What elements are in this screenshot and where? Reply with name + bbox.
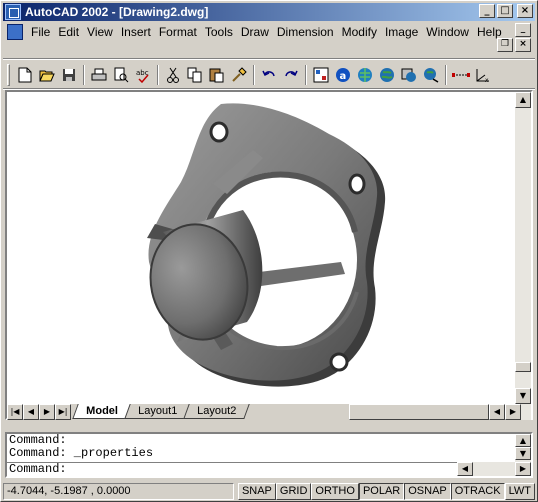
menu-view[interactable]: View (83, 25, 117, 39)
ortho-toggle[interactable]: ORTHO (311, 482, 359, 500)
menu-file[interactable]: File (27, 25, 54, 39)
cmd-scroll-down-icon[interactable]: ▼ (515, 447, 531, 460)
cmd-scroll-left-icon[interactable]: ◀ (457, 462, 473, 476)
status-bar: -4.7044, -5.1987 , 0.0000 SNAP GRID ORTH… (3, 482, 535, 500)
autodesk-icon[interactable]: a (332, 64, 354, 86)
menu-window[interactable]: Window (422, 25, 473, 39)
ucs-icon[interactable]: x (472, 64, 494, 86)
new-icon[interactable] (14, 64, 36, 86)
web-icon[interactable] (354, 64, 376, 86)
lwt-toggle[interactable]: LWT (504, 482, 535, 500)
next-tab-icon[interactable]: ▶ (39, 404, 55, 420)
menu-bar: File Edit View Insert Format Tools Draw … (3, 22, 535, 52)
distance-icon[interactable] (450, 64, 472, 86)
flange-part-model (147, 103, 386, 387)
first-tab-icon[interactable]: |◀ (7, 404, 23, 420)
cmd-scroll-up-icon[interactable]: ▲ (515, 434, 531, 447)
svg-text:a: a (340, 71, 347, 82)
drawing-horizontal-scrollbar[interactable]: ◀ ▶ (349, 404, 531, 420)
tab-layout1-label: Layout1 (137, 405, 178, 417)
doc-close-button[interactable]: × (515, 38, 531, 52)
otrack-toggle[interactable]: OTRACK (450, 482, 505, 500)
redo-icon[interactable] (280, 64, 302, 86)
print-preview-icon[interactable] (110, 64, 132, 86)
autocad-app-icon[interactable] (5, 4, 21, 20)
save-icon[interactable] (58, 64, 80, 86)
scroll-left-icon[interactable]: ◀ (489, 404, 505, 420)
coordinate-display[interactable]: -4.7044, -5.1987 , 0.0000 (3, 482, 234, 500)
globe-icon[interactable] (376, 64, 398, 86)
toolbar-separator (157, 65, 159, 85)
menu-insert[interactable]: Insert (117, 25, 155, 39)
menu-modify[interactable]: Modify (338, 25, 381, 39)
autocad-window: AutoCAD 2002 - [Drawing2.dwg] _ □ × File… (0, 0, 538, 502)
tab-model[interactable]: Model (72, 404, 132, 419)
close-button[interactable]: × (517, 4, 533, 18)
menu-dimension[interactable]: Dimension (273, 25, 338, 39)
menu-draw[interactable]: Draw (237, 25, 273, 39)
globe-2-icon[interactable] (398, 64, 420, 86)
doc-restore-button[interactable]: ❐ (497, 38, 513, 52)
toolbar-grip[interactable] (7, 64, 10, 86)
cut-icon[interactable] (162, 64, 184, 86)
drawing-area: ▲ ▼ |◀ ◀ ▶ ▶| Model Layout1 Layout2 ◀ ▶ (5, 90, 533, 420)
drawing-vertical-scrollbar[interactable]: ▲ ▼ (515, 92, 531, 404)
open-icon[interactable] (36, 64, 58, 86)
command-history: Command: Command: _properties (9, 434, 513, 460)
command-vertical-scrollbar[interactable]: ▲ ▼ (515, 434, 531, 462)
window-title: AutoCAD 2002 - [Drawing2.dwg] (25, 5, 209, 19)
last-tab-icon[interactable]: ▶| (55, 404, 71, 420)
menu-format[interactable]: Format (155, 25, 201, 39)
command-history-line: Command: _properties (9, 446, 154, 460)
command-prompt: Command: (9, 462, 67, 476)
undo-icon[interactable] (258, 64, 280, 86)
spell-check-icon[interactable]: abc (132, 64, 154, 86)
tab-model-label: Model (86, 405, 118, 417)
toolbar-separator (445, 65, 447, 85)
copy-icon[interactable] (184, 64, 206, 86)
hscroll-thumb[interactable] (349, 404, 489, 420)
toolbar-separator (305, 65, 307, 85)
tab-layout1[interactable]: Layout1 (124, 404, 191, 419)
document-icon[interactable] (7, 24, 23, 40)
scroll-right-icon[interactable]: ▶ (505, 404, 521, 420)
match-properties-icon[interactable] (228, 64, 250, 86)
title-bar[interactable]: AutoCAD 2002 - [Drawing2.dwg] _ □ × (3, 3, 535, 21)
toolbar-separator (83, 65, 85, 85)
doc-minimize-button[interactable]: _ (515, 23, 531, 37)
grid-toggle[interactable]: GRID (275, 482, 312, 500)
menu-edit[interactable]: Edit (54, 25, 83, 39)
svg-text:x: x (485, 77, 489, 83)
cmd-hscroll-track[interactable] (473, 462, 515, 476)
tab-layout2[interactable]: Layout2 (183, 404, 250, 419)
command-window: Command: Command: _properties Command: ▲… (5, 432, 533, 478)
cmd-scroll-right-icon[interactable]: ▶ (515, 462, 531, 476)
properties-icon[interactable] (310, 64, 332, 86)
scroll-down-icon[interactable]: ▼ (515, 388, 531, 404)
menu-tools[interactable]: Tools (201, 25, 237, 39)
standard-toolbar: abc a x (3, 61, 535, 89)
menu-image[interactable]: Image (381, 25, 422, 39)
minimize-button[interactable]: _ (479, 4, 495, 18)
snap-toggle[interactable]: SNAP (237, 482, 276, 500)
toolbar-separator (253, 65, 255, 85)
scroll-up-icon[interactable]: ▲ (515, 92, 531, 108)
scroll-thumb[interactable] (515, 362, 531, 372)
osnap-toggle[interactable]: OSNAP (404, 482, 451, 500)
prev-tab-icon[interactable]: ◀ (23, 404, 39, 420)
print-icon[interactable] (88, 64, 110, 86)
paste-icon[interactable] (206, 64, 228, 86)
tab-layout2-label: Layout2 (197, 405, 237, 417)
command-horizontal-scrollbar[interactable]: ◀ ▶ (457, 462, 531, 476)
toolbar-divider (3, 58, 535, 60)
layout-tab-bar: |◀ ◀ ▶ ▶| Model Layout1 Layout2 ◀ ▶ (7, 404, 531, 420)
globe-3-icon[interactable] (420, 64, 442, 86)
polar-toggle[interactable]: POLAR (358, 482, 405, 500)
model-space-canvas[interactable] (7, 92, 517, 404)
maximize-button[interactable]: □ (497, 4, 513, 18)
command-input[interactable]: Command: (7, 462, 457, 476)
